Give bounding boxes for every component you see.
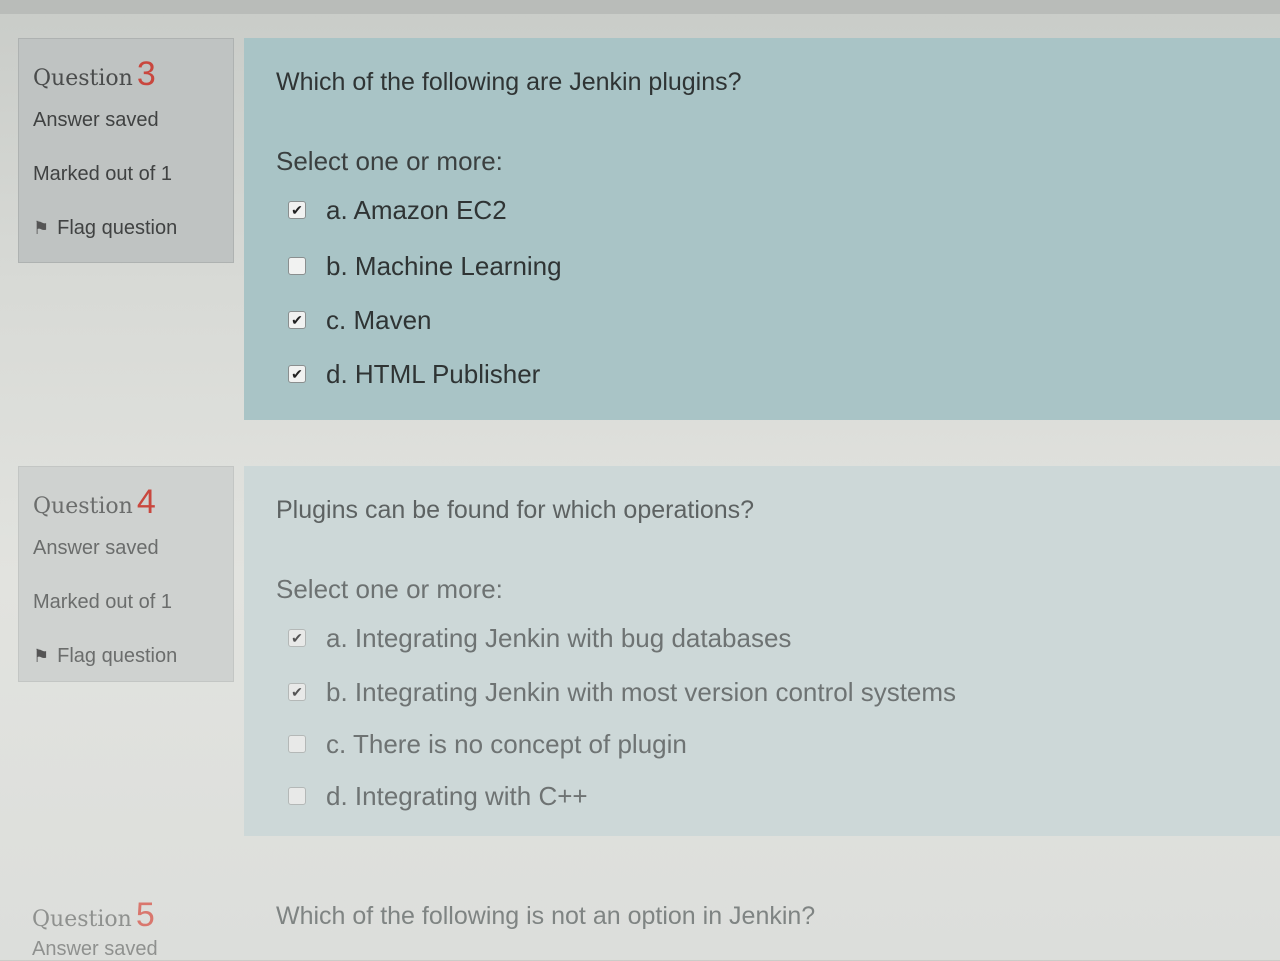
question-4: Question 4 Answer saved Marked out of 1 ⚑…: [0, 466, 1280, 856]
checkbox[interactable]: [288, 735, 306, 753]
flag-icon: ⚑: [33, 646, 50, 666]
question-number-heading: Question 5: [32, 896, 155, 935]
option-label: a. Amazon EC2: [326, 194, 507, 225]
checkmark-icon: ✔: [291, 201, 303, 218]
answer-option[interactable]: ✔ a. Amazon EC2: [288, 190, 988, 230]
question-info-panel: Question 3 Answer saved Marked out of 1 ⚑…: [18, 38, 234, 263]
flag-question-link[interactable]: ⚑ Flag question: [33, 217, 177, 240]
question-text: Which of the following is not an option …: [276, 902, 816, 930]
option-label: d. Integrating with C++: [326, 780, 588, 811]
answer-prompt: Select one or more:: [276, 146, 503, 176]
question-info-panel: Question 5 Answer saved: [18, 880, 234, 960]
question-number-heading: Question 4: [33, 483, 156, 522]
answer-option[interactable]: ✔ d. HTML Publisher: [288, 354, 988, 394]
checkmark-icon: ✔: [291, 365, 303, 382]
question-content-panel: Plugins can be found for which operation…: [244, 466, 1280, 836]
flag-question-link[interactable]: ⚑ Flag question: [33, 645, 177, 668]
question-content-panel: Which of the following is not an option …: [244, 880, 1280, 960]
checkmark-icon: ✔: [291, 311, 303, 328]
question-number: 4: [136, 483, 156, 521]
checkbox[interactable]: ✔: [288, 311, 306, 329]
question-grade: Marked out of 1: [33, 591, 172, 613]
option-label: b. Machine Learning: [326, 250, 562, 281]
answer-option[interactable]: c. There is no concept of plugin: [288, 724, 988, 764]
question-grade: Marked out of 1: [33, 163, 172, 185]
question-label: Question: [33, 66, 133, 91]
question-label: Question: [33, 494, 133, 519]
option-label: b. Integrating Jenkin with most version …: [326, 676, 957, 707]
flag-question-label: Flag question: [57, 217, 178, 239]
question-number: 3: [136, 55, 156, 93]
top-border: [0, 0, 1280, 14]
question-label: Question: [32, 907, 132, 932]
answer-option[interactable]: ✔ c. Maven: [288, 300, 988, 340]
answer-state: Answer saved: [33, 109, 159, 131]
answer-prompt: Select one or more:: [276, 574, 503, 604]
answer-option[interactable]: b. Machine Learning: [288, 246, 988, 286]
checkbox[interactable]: [288, 787, 306, 805]
answer-option[interactable]: ✔ b. Integrating Jenkin with most version…: [288, 672, 988, 712]
checkbox[interactable]: ✔: [288, 201, 306, 219]
checkmark-icon: ✔: [291, 629, 303, 646]
checkmark-icon: ✔: [291, 683, 303, 700]
checkbox[interactable]: [288, 257, 306, 275]
answer-state: Answer saved: [32, 938, 158, 960]
answer-option[interactable]: ✔ a. Integrating Jenkin with bug database…: [288, 618, 988, 658]
question-number: 5: [135, 896, 155, 934]
question-3: Question 3 Answer saved Marked out of 1 ⚑…: [0, 38, 1280, 430]
flag-question-label: Flag question: [57, 645, 178, 667]
checkbox[interactable]: ✔: [288, 683, 306, 701]
option-label: c. There is no concept of plugin: [326, 728, 687, 759]
flag-icon: ⚑: [33, 218, 50, 238]
answer-state: Answer saved: [33, 537, 159, 559]
checkbox[interactable]: ✔: [288, 365, 306, 383]
option-label: a. Integrating Jenkin with bug databases: [326, 622, 792, 653]
question-number-heading: Question 3: [33, 55, 156, 94]
question-5: Question 5 Answer saved Which of the foll…: [0, 880, 1280, 960]
question-content-panel: Which of the following are Jenkin plugin…: [244, 38, 1280, 420]
answer-option[interactable]: d. Integrating with C++: [288, 776, 988, 816]
question-info-panel: Question 4 Answer saved Marked out of 1 ⚑…: [18, 466, 234, 682]
question-text: Which of the following are Jenkin plugin…: [276, 68, 742, 96]
checkbox[interactable]: ✔: [288, 629, 306, 647]
option-label: c. Maven: [326, 304, 432, 335]
option-label: d. HTML Publisher: [326, 358, 541, 389]
question-text: Plugins can be found for which operation…: [276, 496, 755, 524]
